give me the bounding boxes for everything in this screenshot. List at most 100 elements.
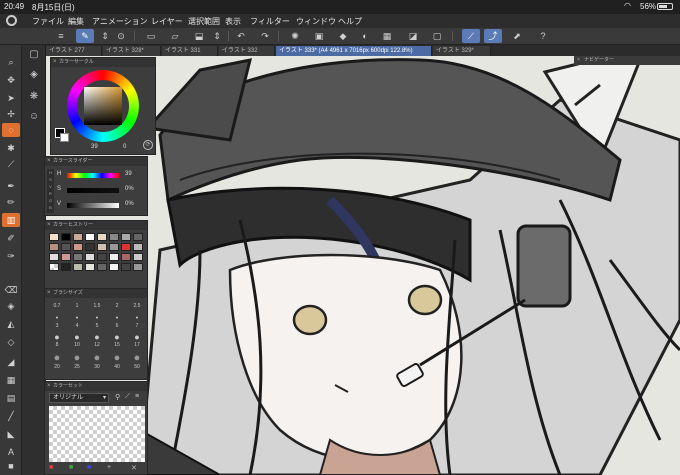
menu-file[interactable]: ファイル [32,16,64,27]
history-swatch[interactable] [133,233,143,241]
color-swatch-icon[interactable]: ■ [2,459,20,473]
frame-tool-icon[interactable]: ▦ [2,373,20,387]
history-swatch[interactable] [109,243,119,251]
balloon-tool-icon[interactable]: ◣ [2,427,20,441]
tab-illust-329[interactable]: イラスト 329* [433,46,491,56]
redo-icon[interactable]: ↷ [256,29,274,43]
history-swatch[interactable] [61,253,71,261]
menu-layer[interactable]: レイヤー [151,16,183,27]
menu-animation[interactable]: アニメーション [92,16,148,27]
brush-size-item[interactable]: ● 17 [127,333,147,349]
edit-color-set-icon[interactable]: ⚲ [115,393,120,401]
history-swatch[interactable] [109,263,119,271]
history-swatch[interactable] [133,263,143,271]
brush-size-item[interactable]: ● 25 [67,353,87,371]
operation-tool-icon[interactable]: ➤ [2,91,20,105]
clear-outside-selection-icon[interactable]: ▣ [310,29,328,43]
menu-help[interactable]: ヘルプ [338,16,362,27]
color-set-blue-swatch-icon[interactable]: ■ [87,464,91,471]
history-swatch[interactable] [121,233,131,241]
brush-size-item[interactable]: ● 8 [47,333,67,349]
panel-close-icon[interactable]: × [47,157,51,166]
brush-size-item[interactable]: 1 [67,299,87,315]
ruler-tool-icon[interactable]: ▤ [2,391,20,405]
gradient-tool-icon[interactable]: ◇ [2,335,20,349]
move-layer-tool-icon[interactable]: ✢ [2,107,20,121]
history-swatch[interactable] [85,233,95,241]
panel-close-icon[interactable]: × [47,382,51,391]
brush-size-item[interactable]: 2 [107,299,127,315]
character-icon[interactable]: ☺ [26,109,42,125]
sub-tool-icon[interactable]: ▢ [26,47,42,63]
color-mode-tabs[interactable]: HSVRGB [47,169,54,213]
clip-studio-logo-icon[interactable] [6,15,17,26]
tab-illust-332[interactable]: イラスト 332 [219,46,275,56]
history-swatch[interactable] [97,263,107,271]
decoration-tool-icon[interactable]: ✑ [2,249,20,263]
layers-icon[interactable]: ◈ [26,67,42,83]
pen-tool-icon[interactable]: ✒ [2,179,20,193]
brush-tool-icon[interactable]: ▥ [2,213,20,227]
brush-size-item[interactable]: ● 10 [67,333,87,349]
panel-close-icon[interactable]: × [53,58,57,67]
color-set-select[interactable]: オリジナル ▾ [49,393,109,403]
color-set-grid[interactable] [49,406,145,462]
history-swatch[interactable] [73,253,83,261]
brush-size-item[interactable]: 0.7 [47,299,67,315]
history-swatch[interactable] [73,263,83,271]
deselect-icon[interactable]: ▢ [428,29,446,43]
history-swatch[interactable] [61,233,71,241]
move-tool-icon[interactable]: ✥ [2,73,20,87]
fill-tool-icon[interactable]: ◭ [2,317,20,331]
history-swatch[interactable] [49,243,59,251]
history-swatch[interactable] [49,253,59,261]
save-icon[interactable]: ⬓ [190,29,208,43]
history-swatch[interactable] [73,243,83,251]
fill-icon[interactable]: ◆ [334,29,352,43]
snap-to-special-ruler-icon[interactable]: ⤴ [484,29,502,43]
tab-illust-328[interactable]: イラスト 328* [103,46,161,56]
history-swatch[interactable] [85,243,95,251]
menu-selection[interactable]: 選択範囲 [188,16,220,27]
brush-size-item[interactable]: 2.5 [127,299,147,315]
saturation-slider[interactable] [67,188,119,193]
history-swatch[interactable] [49,233,59,241]
eyedropper-tool-icon[interactable]: ⟋ [2,157,20,171]
color-set-red-swatch-icon[interactable]: ■ [49,464,53,471]
figure-tool-icon[interactable]: ◢ [2,355,20,369]
menu-view[interactable]: 表示 [225,16,241,27]
auto-select-tool-icon[interactable]: ✱ [2,141,20,155]
history-swatch[interactable] [97,253,107,261]
menu-edit[interactable]: 編集 [68,16,84,27]
lasso-tool-icon[interactable]: ◌ [2,123,20,137]
history-swatch[interactable] [109,233,119,241]
brush-size-item[interactable]: ● 30 [87,353,107,371]
add-color-icon[interactable]: + [107,464,111,471]
history-swatch[interactable] [85,253,95,261]
panel-close-icon[interactable]: × [47,221,51,230]
hamburger-menu-icon[interactable]: ≡ [52,29,70,43]
tab-illust-331[interactable]: イラスト 331 [162,46,218,56]
history-swatch[interactable] [133,253,143,261]
brush-size-item[interactable]: • 7 [127,315,147,331]
navigator-close-icon[interactable]: × [577,56,580,65]
companion-mode-icon[interactable]: ⊙ [112,29,130,43]
history-swatch[interactable] [97,243,107,251]
invert-selection-icon[interactable]: ◪ [404,29,422,43]
tonal-correction-icon[interactable]: ◐ [356,29,374,43]
brush-size-item[interactable]: • 3 [47,315,67,331]
history-swatch[interactable] [121,263,131,271]
hue-slider[interactable] [67,173,119,178]
menu-window[interactable]: ウィンドウ [296,16,336,27]
brush-size-item[interactable]: • 6 [107,315,127,331]
eraser-tool-icon[interactable]: ⌫ [2,283,20,297]
menu-icon[interactable]: ≡ [135,393,139,400]
brush-size-item[interactable]: ● 40 [107,353,127,371]
brush-size-item[interactable]: ● 20 [47,353,67,371]
brush-size-item[interactable]: • 5 [87,315,107,331]
history-swatch[interactable] [97,233,107,241]
open-folder-icon[interactable]: ▱ [166,29,184,43]
menu-filter[interactable]: フィルター [250,16,290,27]
history-swatch[interactable] [133,243,143,251]
clear-icon[interactable]: ✺ [286,29,304,43]
